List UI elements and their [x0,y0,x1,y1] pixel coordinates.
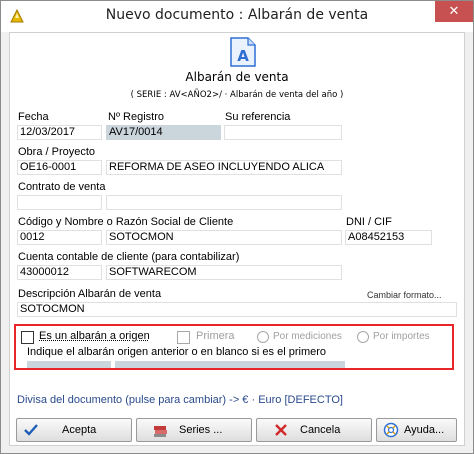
origen-hint: Indique el albarán origen anterior o en … [27,346,327,358]
es-origen-label[interactable]: Es un albarán a origen [39,330,150,342]
albaran-origen-panel: Es un albarán a origen Primera Por medic… [14,324,454,370]
ayuda-button[interactable]: Ayuda... [376,418,457,442]
obra-label: Obra / Proyecto [18,146,96,158]
origen-name-input[interactable] [115,361,345,368]
registro-input[interactable]: AV17/0014 [106,125,221,140]
title-bar: Nuevo documento : Albarán de venta ✕ [1,1,473,32]
document-type-title: Albarán de venta [185,70,289,84]
check-icon [24,424,38,436]
su-referencia-input[interactable] [224,125,342,140]
series-stack-icon [154,426,167,437]
cuenta-code-input[interactable]: 43000012 [17,265,102,280]
cancela-label: Cancela [300,424,341,436]
por-importes-label: Por importes [373,331,430,342]
window-title: Nuevo documento : Albarán de venta [105,7,369,23]
primera-label: Primera [196,330,235,342]
primera-checkbox[interactable] [177,331,190,344]
obra-name-input[interactable]: REFORMA DE ASEO INCLUYENDO ALICA [106,160,342,175]
cuenta-name-input[interactable]: SOFTWARECOM [106,265,342,280]
acepta-button[interactable]: Acepta [16,418,132,442]
series-label: Series ... [179,424,223,436]
series-subtitle: ( SERIE : AV<AÑO2>/ · Albarán de venta d… [130,90,344,100]
ayuda-label: Ayuda... [404,424,445,436]
dni-label: DNI / CIF [346,216,392,228]
cliente-code-input[interactable]: 0012 [17,230,102,245]
obra-code-input[interactable]: OE16-0001 [17,160,102,175]
fecha-input[interactable]: 12/03/2017 [17,125,102,140]
cliente-name-input[interactable]: SOTOCMON [106,230,342,245]
cliente-label: Código y Nombre o Razón Social de Client… [18,216,234,228]
cambiar-formato-link[interactable]: Cambiar formato... [367,290,442,300]
descripcion-input[interactable]: SOTOCMON [17,302,457,317]
dni-input[interactable]: A08452153 [345,230,432,245]
x-cancel-icon [275,424,287,436]
dialog-window: Nuevo documento : Albarán de venta ✕ A A… [0,0,474,454]
origen-code-input[interactable] [27,361,111,368]
form-panel: A Albarán de venta ( SERIE : AV<AÑO2>/ ·… [9,32,465,446]
document-icon: A [230,37,256,67]
es-origen-checkbox[interactable] [21,331,34,344]
registro-label: Nº Registro [108,111,164,123]
por-mediciones-radio[interactable] [257,331,269,343]
series-button[interactable]: Series ... [136,418,252,442]
divisa-link[interactable]: Divisa del documento (pulse para cambiar… [17,394,343,406]
close-button[interactable]: ✕ [435,1,473,22]
acepta-label: Acepta [62,424,97,436]
contrato-name-input[interactable] [106,195,342,210]
contrato-label: Contrato de venta [18,181,106,193]
por-importes-radio[interactable] [357,331,369,343]
cuenta-label: Cuenta contable de cliente (para contabi… [18,251,240,263]
contrato-code-input[interactable] [17,195,102,210]
descripcion-label: Descripción Albarán de venta [18,288,162,300]
help-lifebuoy-icon [383,422,399,438]
document-icon-letter: A [237,47,249,65]
por-mediciones-label: Por mediciones [273,331,342,342]
cancela-button[interactable]: Cancela [256,418,372,442]
fecha-label: Fecha [18,111,49,123]
su-referencia-label: Su referencia [225,111,291,123]
